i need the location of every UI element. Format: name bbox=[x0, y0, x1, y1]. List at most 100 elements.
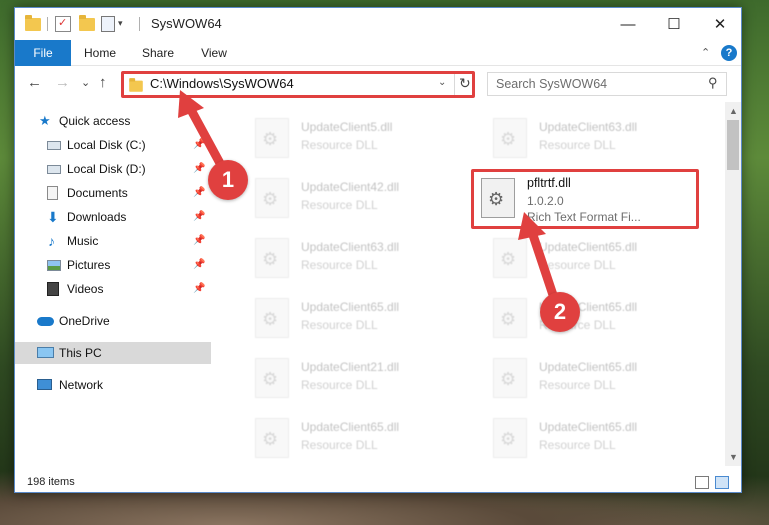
scrollbar-thumb[interactable] bbox=[727, 120, 739, 170]
back-button[interactable]: ← bbox=[27, 74, 42, 91]
videos-icon bbox=[47, 282, 59, 296]
pictures-icon bbox=[47, 260, 61, 271]
dll-file-icon bbox=[255, 418, 289, 458]
sidebar-item-this-pc[interactable]: This PC bbox=[15, 342, 211, 364]
scroll-down-icon[interactable]: ▼ bbox=[729, 452, 738, 462]
file-type: Resource DLL bbox=[301, 438, 378, 452]
drive-icon bbox=[47, 165, 61, 174]
window-folder-icon bbox=[25, 15, 41, 32]
pin-icon[interactable]: 📌 bbox=[193, 158, 205, 180]
address-row: ← → ⌄ ↑ C:\Windows\SysWOW64 ⌄ ↻ Search S… bbox=[15, 66, 741, 102]
sidebar-item-onedrive[interactable]: OneDrive bbox=[15, 310, 211, 332]
list-item[interactable]: UpdateClient5.dll Resource DLL bbox=[231, 112, 431, 166]
file-type: Resource DLL bbox=[301, 378, 378, 392]
pin-icon[interactable]: 📌 bbox=[193, 182, 205, 204]
new-folder-icon[interactable] bbox=[79, 15, 95, 32]
sidebar-item-local-disk-d[interactable]: Local Disk (D:) 📌 bbox=[15, 158, 211, 180]
title-separator bbox=[139, 17, 140, 31]
address-bar[interactable]: C:\Windows\SysWOW64 ⌄ ↻ bbox=[121, 72, 473, 96]
minimize-button[interactable]: — bbox=[605, 8, 651, 40]
file-type: Resource DLL bbox=[539, 138, 616, 152]
sidebar-item-downloads[interactable]: ⬇ Downloads 📌 bbox=[15, 206, 211, 228]
sidebar-item-label: Downloads bbox=[67, 210, 127, 224]
file-name: UpdateClient65.dll bbox=[539, 360, 638, 374]
sidebar-item-label: OneDrive bbox=[59, 314, 110, 328]
refresh-icon[interactable]: ↻ bbox=[459, 75, 471, 92]
file-type: Resource DLL bbox=[301, 198, 378, 212]
dll-file-icon bbox=[255, 118, 289, 158]
address-dropdown-icon[interactable]: ⌄ bbox=[438, 77, 446, 88]
music-icon: ♪ bbox=[48, 233, 55, 249]
sidebar-item-label: Pictures bbox=[67, 258, 111, 272]
properties-icon[interactable]: ✓ bbox=[55, 16, 71, 32]
pin-icon[interactable]: 📌 bbox=[193, 254, 205, 276]
sidebar-item-label: Music bbox=[67, 234, 99, 248]
dll-file-icon bbox=[255, 178, 289, 218]
dll-file-icon bbox=[255, 358, 289, 398]
close-button[interactable]: ✕ bbox=[697, 8, 741, 40]
pin-icon[interactable]: 📌 bbox=[193, 230, 205, 252]
tab-share[interactable]: Share bbox=[133, 40, 183, 66]
file-type: Resource DLL bbox=[539, 258, 616, 272]
downloads-icon: ⬇ bbox=[47, 209, 59, 225]
file-name: UpdateClient63.dll bbox=[301, 240, 400, 254]
sidebar-item-music[interactable]: ♪ Music 📌 bbox=[15, 230, 211, 252]
file-name: UpdateClient65.dll bbox=[301, 300, 400, 314]
file-highlight-box bbox=[471, 169, 699, 229]
sidebar-item-pictures[interactable]: Pictures 📌 bbox=[15, 254, 211, 276]
pin-icon[interactable]: 📌 bbox=[193, 206, 205, 228]
maximize-button[interactable]: ☐ bbox=[651, 8, 697, 40]
list-item[interactable]: UpdateClient65.dll Resource DLL bbox=[469, 412, 669, 466]
help-icon[interactable]: ? bbox=[721, 45, 737, 61]
quick-access-dropdown-icon[interactable]: ▾ bbox=[118, 18, 123, 34]
sidebar-item-local-disk-c[interactable]: Local Disk (C:) 📌 bbox=[15, 134, 211, 156]
pin-icon[interactable]: 📌 bbox=[193, 134, 205, 156]
list-item[interactable]: UpdateClient42.dll Resource DLL bbox=[231, 172, 431, 226]
pin-icon[interactable]: 📌 bbox=[193, 278, 205, 300]
address-divider bbox=[454, 73, 455, 95]
sidebar-item-label: Local Disk (D:) bbox=[67, 162, 146, 176]
file-name: UpdateClient42.dll bbox=[301, 180, 400, 194]
customize-toolbar-icon[interactable] bbox=[101, 16, 115, 32]
sidebar-item-quick-access[interactable]: ★ Quick access bbox=[15, 110, 211, 132]
search-input[interactable]: Search SysWOW64 ⚲ bbox=[487, 72, 727, 96]
sidebar-item-videos[interactable]: Videos 📌 bbox=[15, 278, 211, 300]
tab-view[interactable]: View bbox=[191, 40, 237, 66]
list-item[interactable]: UpdateClient21.dll Resource DLL bbox=[231, 352, 431, 406]
dll-file-icon bbox=[493, 358, 527, 398]
list-item[interactable]: UpdateClient65.dll Resource DLL bbox=[231, 412, 431, 466]
address-folder-icon bbox=[129, 78, 143, 92]
file-name: UpdateClient65.dll bbox=[539, 420, 638, 434]
large-icons-view-icon[interactable] bbox=[715, 476, 729, 489]
file-type: Resource DLL bbox=[539, 438, 616, 452]
drive-icon bbox=[47, 141, 61, 150]
tab-home[interactable]: Home bbox=[75, 40, 125, 66]
up-button[interactable]: ↑ bbox=[99, 74, 107, 91]
network-icon bbox=[37, 379, 52, 390]
list-item[interactable]: UpdateClient65.dll Resource DLL bbox=[469, 352, 669, 406]
scroll-up-icon[interactable]: ▲ bbox=[729, 106, 738, 116]
sidebar-item-label: Network bbox=[59, 378, 104, 392]
sidebar-item-label: This PC bbox=[59, 346, 102, 360]
tab-file[interactable]: File bbox=[15, 40, 71, 66]
details-view-icon[interactable] bbox=[695, 476, 709, 489]
forward-button[interactable]: → bbox=[55, 74, 70, 91]
computer-icon bbox=[37, 347, 54, 358]
list-item[interactable]: UpdateClient65.dll Resource DLL bbox=[231, 292, 431, 346]
collapse-ribbon-icon[interactable]: ⌃ bbox=[701, 46, 710, 59]
title-separator bbox=[47, 17, 48, 31]
dll-file-icon bbox=[493, 418, 527, 458]
sidebar-item-network[interactable]: Network bbox=[15, 374, 211, 396]
list-item[interactable]: UpdateClient65.dll Resource DLL bbox=[469, 232, 669, 286]
search-icon[interactable]: ⚲ bbox=[708, 75, 718, 91]
address-path[interactable]: C:\Windows\SysWOW64 bbox=[150, 76, 294, 91]
list-item[interactable]: UpdateClient63.dll Resource DLL bbox=[469, 112, 669, 166]
file-name: UpdateClient65.dll bbox=[539, 240, 638, 254]
sidebar-item-documents[interactable]: Documents 📌 bbox=[15, 182, 211, 204]
file-name: UpdateClient21.dll bbox=[301, 360, 400, 374]
list-item[interactable]: UpdateClient63.dll Resource DLL bbox=[231, 232, 431, 286]
file-explorer-window: ✓ ▾ SysWOW64 — ☐ ✕ File Home Share View … bbox=[14, 7, 742, 493]
recent-locations-button[interactable]: ⌄ bbox=[81, 76, 90, 89]
vertical-scrollbar[interactable]: ▲ ▼ bbox=[725, 102, 741, 466]
step-2-badge: 2 bbox=[540, 292, 580, 332]
